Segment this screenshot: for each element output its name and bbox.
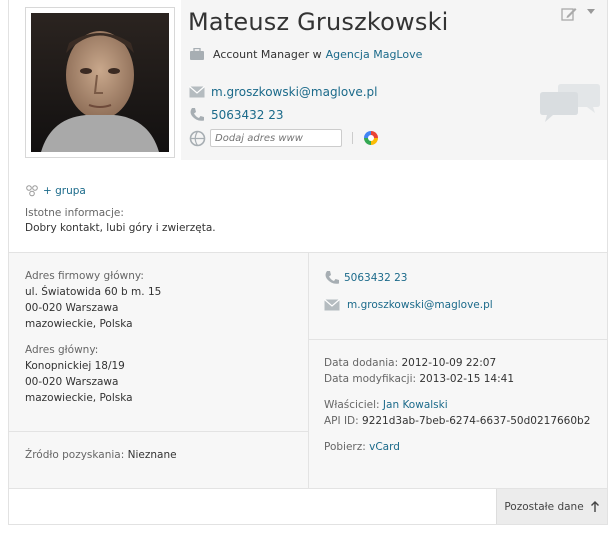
column-divider xyxy=(308,253,309,488)
main-address-line1: Konopnickiej 18/19 xyxy=(25,360,125,372)
download-label: Pobierz: xyxy=(324,441,366,453)
owner-row: Właściciel: Jan Kowalski xyxy=(324,397,448,413)
briefcase-icon xyxy=(190,48,204,60)
main-address-line3: mazowieckie, Polska xyxy=(25,392,133,404)
phone-row: 5063432 23 xyxy=(189,107,284,122)
source-row: Źródło pozyskania: Nieznane xyxy=(25,447,177,463)
api-label: API ID: xyxy=(324,415,359,427)
vcard-link[interactable]: vCard xyxy=(369,441,400,453)
company-address-line2: 00-020 Warszawa xyxy=(25,302,119,314)
position-text: Account Manager w xyxy=(213,48,322,61)
email-row: m.groszkowski@maglove.pl xyxy=(189,85,377,99)
email-link[interactable]: m.groszkowski@maglove.pl xyxy=(211,85,377,99)
detail-phone-row: 5063432 23 xyxy=(324,270,407,285)
phone-icon xyxy=(190,108,204,121)
main-address-label: Adres główny: xyxy=(25,344,99,356)
google-icon[interactable] xyxy=(363,130,379,146)
group-row: + grupa xyxy=(25,185,86,197)
avatar xyxy=(25,7,175,158)
phone-link[interactable]: 5063432 23 xyxy=(211,108,284,122)
contact-name: Mateusz Gruszkowski xyxy=(188,8,449,36)
source-value: Nieznane xyxy=(127,449,177,461)
globe-icon xyxy=(189,130,206,146)
company-address-line3: mazowieckie, Polska xyxy=(25,318,133,330)
more-data-label: Pozostałe dane xyxy=(504,500,584,513)
detail-phone-link[interactable]: 5063432 23 xyxy=(344,272,407,284)
detail-email-row: m.groszkowski@maglove.pl xyxy=(324,299,493,311)
main-address-line2: 00-020 Warszawa xyxy=(25,376,119,388)
company-address-line1: ul. Światowida 60 b m. 15 xyxy=(25,286,162,298)
avatar-photo xyxy=(31,13,169,152)
company-link[interactable]: Agencja MagLove xyxy=(326,48,423,61)
api-value: 9221d3ab-7beb-6274-6637-50d0217660b2 xyxy=(362,415,591,427)
envelope-icon xyxy=(324,299,340,311)
divider xyxy=(309,339,607,340)
owner-label: Właściciel: xyxy=(324,399,380,411)
owner-link[interactable]: Jan Kowalski xyxy=(383,399,448,411)
add-group-link[interactable]: + grupa xyxy=(43,185,86,197)
chat-bubbles-icon[interactable] xyxy=(539,82,601,124)
notes-label: Istotne informacje: xyxy=(25,207,124,219)
modified-value: 2013-02-15 14:41 xyxy=(419,373,514,385)
modified-row: Data modyfikacji: 2013-02-15 14:41 xyxy=(324,371,514,387)
www-input[interactable] xyxy=(210,129,342,147)
download-row: Pobierz: vCard xyxy=(324,439,400,455)
detail-email-link[interactable]: m.groszkowski@maglove.pl xyxy=(347,299,493,311)
group-icon xyxy=(26,185,38,197)
chevron-down-icon[interactable] xyxy=(587,9,595,14)
company-address-label: Adres firmowy główny: xyxy=(25,270,144,282)
added-label: Data dodania: xyxy=(324,357,399,369)
divider xyxy=(9,431,308,432)
notes-text: Dobry kontakt, lubi góry i zwierzęta. xyxy=(25,222,216,234)
api-row: API ID: 9221d3ab-7beb-6274-6637-50d02176… xyxy=(324,413,590,429)
added-row: Data dodania: 2012-10-09 22:07 xyxy=(324,355,496,371)
envelope-icon xyxy=(189,86,205,98)
divider xyxy=(352,132,353,144)
www-row xyxy=(189,129,379,147)
position-row: Account Manager w Agencja MagLove xyxy=(189,48,422,61)
arrow-up-icon xyxy=(590,500,599,512)
added-value: 2012-10-09 22:07 xyxy=(401,357,497,369)
phone-icon xyxy=(325,271,339,284)
modified-label: Data modyfikacji: xyxy=(324,373,417,385)
more-data-button[interactable]: Pozostałe dane xyxy=(496,489,607,524)
edit-icon[interactable] xyxy=(561,6,577,22)
source-label: Źródło pozyskania: xyxy=(25,449,125,461)
contact-card: Mateusz Gruszkowski Account Manager w Ag… xyxy=(8,0,608,525)
